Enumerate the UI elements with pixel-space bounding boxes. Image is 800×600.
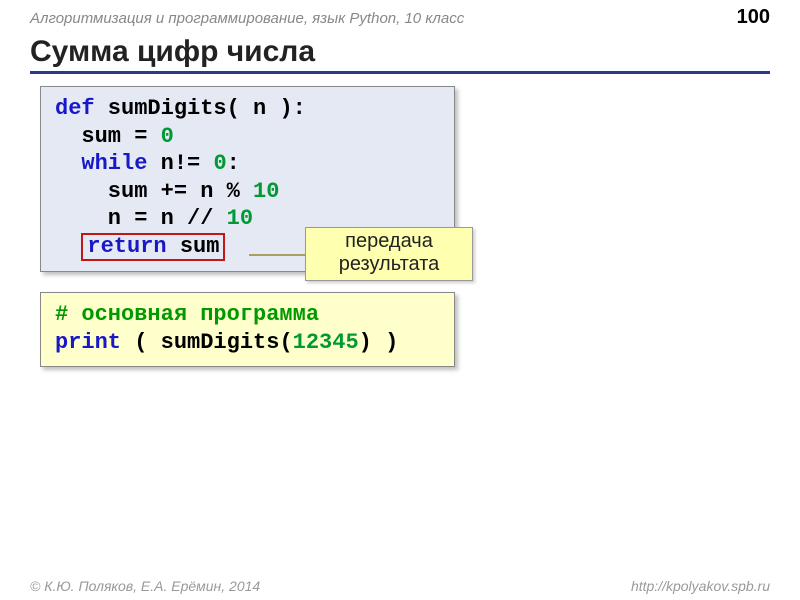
course-title: Алгоритмизация и программирование, язык …	[30, 10, 464, 27]
keyword-return: return	[87, 234, 166, 259]
page-number: 100	[737, 6, 770, 29]
code-block-function: def sumDigits( n ): sum = 0 while n!= 0:…	[40, 86, 455, 272]
callout-box: передача результата	[305, 227, 473, 281]
copyright: © К.Ю. Поляков, Е.А. Ерёмин, 2014	[30, 578, 260, 594]
keyword-while: while	[55, 151, 147, 176]
keyword-print: print	[55, 330, 121, 355]
code-line-2: sum = 0	[55, 123, 440, 151]
code-comment: # основная программа	[55, 301, 440, 330]
slide-footer: © К.Ю. Поляков, Е.А. Ерёмин, 2014 http:/…	[0, 578, 800, 594]
footer-url: http://kpolyakov.spb.ru	[631, 578, 770, 594]
code-print: print ( sumDigits(12345) )	[55, 329, 440, 358]
code-line-4: sum += n % 10	[55, 178, 440, 206]
code-block-main: # основная программа print ( sumDigits(1…	[40, 292, 455, 367]
callout-connector	[249, 254, 305, 256]
callout-line-2: результата	[310, 253, 468, 276]
slide-title: Сумма цифр числа	[30, 35, 770, 74]
callout-line-1: передача	[310, 230, 468, 253]
code-line-3: while n!= 0:	[55, 150, 440, 178]
code-line-1: def sumDigits( n ):	[55, 95, 440, 123]
slide-header: Алгоритмизация и программирование, язык …	[0, 0, 800, 31]
keyword-def: def	[55, 96, 95, 121]
return-highlight-box: return sum	[81, 233, 225, 261]
